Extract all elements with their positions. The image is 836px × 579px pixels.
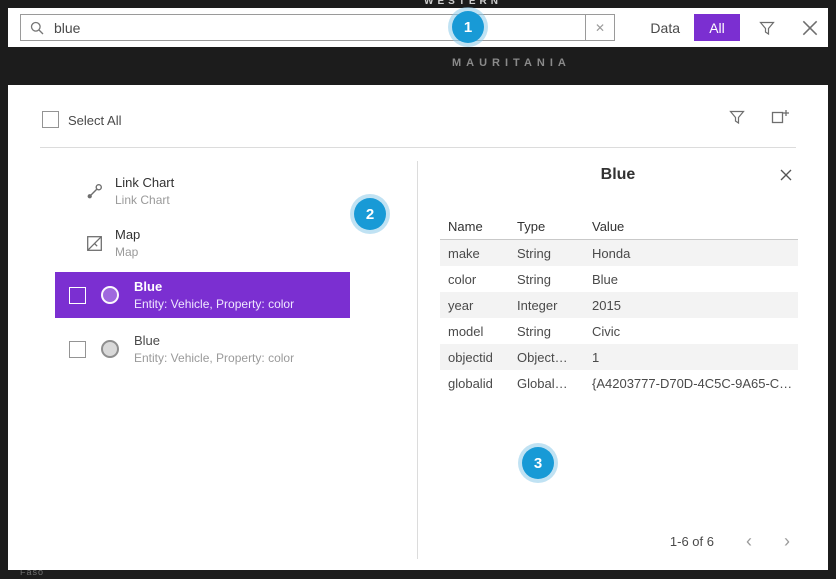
properties-table: Name Type Value make String Honda color … [440,213,798,396]
cell-type: String [517,324,592,339]
map-label-western: WESTERN [424,0,502,7]
cell-value: 2015 [592,298,798,313]
search-results-panel: Select All Link Chart Link Chart [8,85,828,570]
annotation-badge-3: 3 [522,447,554,479]
cell-name: year [440,298,517,313]
cell-type: Object… [517,350,592,365]
column-header-name: Name [440,219,517,234]
app-window: WESTERN MAURITANIA Faso ✕ Data All Selec… [0,0,836,579]
detail-title: Blue [438,166,798,184]
table-row: model String Civic [440,318,798,344]
all-toggle-button[interactable]: All [694,14,740,41]
cell-name: objectid [440,350,517,365]
filter-icon[interactable] [758,19,776,37]
column-header-value: Value [592,219,798,234]
result-subtitle: Entity: Vehicle, Property: color [134,351,294,365]
entity-circle-icon [101,286,119,304]
pagination: 1-6 of 6 ‹ › [440,532,798,550]
search-box[interactable]: ✕ [20,14,615,41]
result-item-blue-selected[interactable]: Blue Entity: Vehicle, Property: color [55,272,350,318]
table-row: globalid Global… {A4203777-D70D-4C5C-9A6… [440,370,798,396]
result-checkbox[interactable] [69,287,86,304]
cell-type: Integer [517,298,592,313]
search-input[interactable] [52,14,585,41]
close-icon[interactable] [800,18,820,38]
cell-type: String [517,272,592,287]
table-row: make String Honda [440,240,798,266]
result-item-link-chart[interactable]: Link Chart Link Chart [86,175,174,207]
cell-value: 1 [592,350,798,365]
cell-name: color [440,272,517,287]
table-row: year Integer 2015 [440,292,798,318]
map-icon [86,235,103,252]
cell-name: globalid [440,376,517,391]
table-row: color String Blue [440,266,798,292]
table-row: objectid Object… 1 [440,344,798,370]
table-header: Name Type Value [440,213,798,240]
filter-results-icon[interactable] [728,108,746,126]
annotation-badge-1: 1 [452,11,484,43]
cell-name: make [440,246,517,261]
select-all-checkbox[interactable] [42,111,59,128]
cell-value: Blue [592,272,798,287]
cell-type: Global… [517,376,592,391]
result-title: Blue [134,279,294,294]
result-title: Blue [134,333,294,348]
result-item-blue[interactable]: Blue Entity: Vehicle, Property: color [55,326,350,372]
cell-type: String [517,246,592,261]
cell-value: Honda [592,246,798,261]
divider [417,161,418,559]
result-checkbox[interactable] [69,341,86,358]
entity-circle-icon [101,340,119,358]
divider [40,147,796,148]
select-all-label: Select All [68,113,121,128]
result-subtitle: Map [115,245,140,259]
cell-value: {A4203777-D70D-4C5C-9A65-C… [592,376,798,391]
annotation-badge-2: 2 [354,198,386,230]
add-selection-icon[interactable] [770,107,790,127]
column-header-type: Type [517,219,592,234]
cell-value: Civic [592,324,798,339]
prev-page-icon[interactable]: ‹ [746,532,752,550]
search-bar: ✕ Data All [8,8,828,47]
search-icon [29,20,45,36]
link-chart-icon [86,183,103,200]
data-toggle-button[interactable]: Data [636,20,694,36]
cell-name: model [440,324,517,339]
result-subtitle: Entity: Vehicle, Property: color [134,297,294,311]
clear-search-button[interactable]: ✕ [585,15,614,40]
next-page-icon[interactable]: › [784,532,790,550]
result-title: Map [115,227,140,242]
detail-close-icon[interactable] [778,167,794,183]
pagination-label: 1-6 of 6 [670,534,714,549]
map-label-mauritania: MAURITANIA [452,57,571,69]
result-title: Link Chart [115,175,174,190]
result-item-map[interactable]: Map Map [86,227,140,259]
result-subtitle: Link Chart [115,193,174,207]
